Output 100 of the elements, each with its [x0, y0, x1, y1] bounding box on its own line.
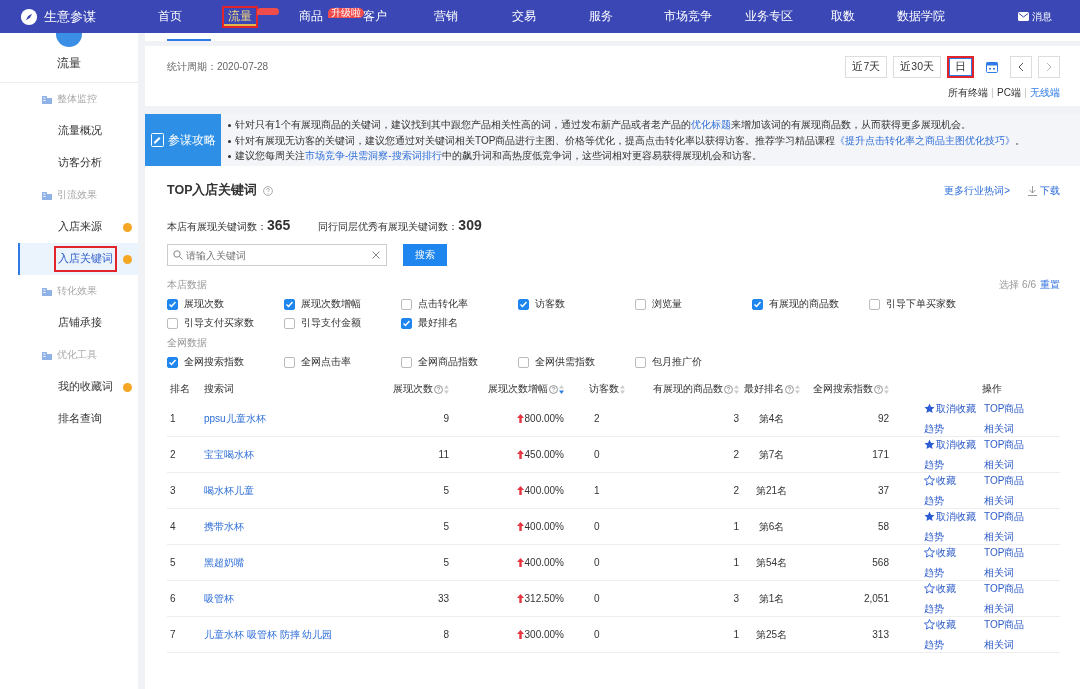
- sort-icon[interactable]: [559, 384, 564, 394]
- nav-tab[interactable]: 商品: [295, 7, 327, 26]
- top-products-link[interactable]: TOP商品: [984, 545, 1025, 560]
- filter-checkbox[interactable]: 浏览量: [635, 297, 682, 311]
- column-header: 展现次数: [393, 382, 433, 396]
- help-icon[interactable]: [874, 384, 883, 394]
- favorite-label: 收藏: [936, 617, 956, 632]
- filter-checkbox[interactable]: 访客数: [518, 297, 565, 311]
- clear-icon[interactable]: [372, 251, 380, 259]
- favorite-link[interactable]: 取消收藏: [924, 509, 976, 524]
- tip-link[interactable]: 市场竞争-供需洞察-搜索词排行: [305, 150, 442, 161]
- table-cell: 0: [594, 521, 600, 532]
- keyword-link[interactable]: 喝水杯儿童: [204, 484, 254, 496]
- keyword-link[interactable]: 携带水杯: [204, 520, 244, 532]
- related-words-link[interactable]: 相关词: [984, 637, 1014, 652]
- search-field[interactable]: 请输入关键词: [167, 244, 387, 266]
- table-cell: 2: [733, 485, 739, 496]
- related-words-link[interactable]: 相关词: [984, 565, 1014, 580]
- keyword-link[interactable]: 宝宝喝水杯: [204, 448, 254, 460]
- help-icon[interactable]: [263, 185, 274, 196]
- filter-checkbox[interactable]: 全网搜索指数: [167, 355, 244, 369]
- sidebar-item[interactable]: 入店关键词: [18, 243, 138, 275]
- keyword-link[interactable]: 黑超奶嘴: [204, 556, 244, 568]
- trend-link[interactable]: 趋势: [924, 601, 944, 616]
- nav-tab[interactable]: 首页: [154, 7, 186, 26]
- trend-link[interactable]: 趋势: [924, 457, 944, 472]
- messages-link[interactable]: 消息: [1032, 9, 1052, 24]
- filter-checkbox[interactable]: 全网商品指数: [401, 355, 478, 369]
- search-button[interactable]: 搜索: [403, 244, 447, 266]
- filter-checkbox[interactable]: 包月推广价: [635, 355, 702, 369]
- help-icon[interactable]: [784, 384, 794, 394]
- sidebar-item[interactable]: 入店来源: [0, 211, 138, 243]
- filter-checkbox[interactable]: 引导支付买家数: [167, 316, 254, 330]
- keyword-link[interactable]: ppsu儿童水杯: [204, 412, 266, 424]
- sidebar-item[interactable]: 我的收藏词: [0, 371, 138, 403]
- favorite-link[interactable]: 收藏: [924, 545, 956, 560]
- nav-tab[interactable]: 流量: [224, 7, 256, 26]
- tip-link[interactable]: 《提升点击转化率之商品主图优化技巧》: [835, 134, 1016, 146]
- sidebar-item-label: 入店关键词: [56, 248, 115, 270]
- reset-link[interactable]: 重置: [1040, 279, 1060, 290]
- nav-tab[interactable]: 交易: [508, 7, 540, 26]
- nav-tab[interactable]: 营销: [430, 7, 462, 26]
- top-products-link[interactable]: TOP商品: [984, 437, 1025, 452]
- terminal-option[interactable]: PC端: [997, 86, 1021, 100]
- trend-link[interactable]: 趋势: [924, 493, 944, 508]
- sidebar-item[interactable]: 流量概况: [0, 115, 138, 147]
- nav-tab[interactable]: 取数: [827, 7, 859, 26]
- sidebar-section-label: 整体监控: [57, 92, 97, 106]
- filter-checkbox[interactable]: 最好排名: [401, 316, 458, 330]
- nav-tab[interactable]: 数据学院: [893, 7, 949, 26]
- top-products-link[interactable]: TOP商品: [984, 617, 1025, 632]
- trend-link[interactable]: 趋势: [924, 565, 944, 580]
- favorite-link[interactable]: 收藏: [924, 581, 956, 596]
- related-words-link[interactable]: 相关词: [984, 421, 1014, 436]
- next-button[interactable]: [1038, 56, 1060, 78]
- favorite-link[interactable]: 取消收藏: [924, 401, 976, 416]
- calendar-icon[interactable]: [986, 61, 998, 73]
- favorite-link[interactable]: 收藏: [924, 473, 956, 488]
- keyword-link[interactable]: 儿童水杯 吸管杯 防摔 幼儿园: [204, 628, 333, 640]
- nav-tab[interactable]: 服务: [585, 7, 617, 26]
- top-products-link[interactable]: TOP商品: [984, 581, 1025, 596]
- help-icon[interactable]: [549, 384, 558, 394]
- filter-checkbox[interactable]: 引导下单买家数: [869, 297, 956, 311]
- help-icon[interactable]: [724, 384, 733, 394]
- filter-checkbox[interactable]: 展现次数: [167, 297, 224, 311]
- trend-link[interactable]: 趋势: [924, 529, 944, 544]
- related-words-link[interactable]: 相关词: [984, 601, 1014, 616]
- range-button[interactable]: 近7天: [845, 56, 888, 78]
- trend-link[interactable]: 趋势: [924, 637, 944, 652]
- help-icon[interactable]: [434, 384, 443, 394]
- filter-checkbox[interactable]: 全网供需指数: [518, 355, 595, 369]
- favorite-link[interactable]: 收藏: [924, 617, 956, 632]
- trend-link[interactable]: 趋势: [924, 421, 944, 436]
- related-words-link[interactable]: 相关词: [984, 493, 1014, 508]
- favorite-link[interactable]: 取消收藏: [924, 437, 976, 452]
- top-products-link[interactable]: TOP商品: [984, 401, 1025, 416]
- previous-button[interactable]: [1010, 56, 1032, 78]
- nav-tab[interactable]: 业务专区: [741, 7, 797, 26]
- filter-checkbox[interactable]: 展现次数增幅: [284, 297, 361, 311]
- tip-link[interactable]: 优化标题: [690, 119, 731, 130]
- table-cell: 第25名: [755, 628, 788, 640]
- sidebar-item[interactable]: 店铺承接: [0, 307, 138, 339]
- download-link[interactable]: 下载: [1028, 183, 1060, 198]
- range-button[interactable]: 日: [947, 56, 974, 78]
- keyword-link[interactable]: 吸管杯: [204, 592, 234, 604]
- more-hot-words-link[interactable]: 更多行业热词>: [944, 183, 1010, 198]
- filter-checkbox[interactable]: 点击转化率: [401, 297, 468, 311]
- range-button[interactable]: 近30天: [893, 56, 941, 78]
- sidebar-item[interactable]: 排名查询: [0, 403, 138, 435]
- sidebar-item[interactable]: 访客分析: [0, 147, 138, 179]
- terminal-option[interactable]: 无线端: [1030, 86, 1060, 100]
- filter-checkbox[interactable]: 引导支付金额: [284, 316, 361, 330]
- top-products-link[interactable]: TOP商品: [984, 509, 1025, 524]
- top-products-link[interactable]: TOP商品: [984, 473, 1025, 488]
- terminal-option[interactable]: 所有终端: [948, 86, 989, 100]
- related-words-link[interactable]: 相关词: [984, 457, 1014, 472]
- related-words-link[interactable]: 相关词: [984, 529, 1014, 544]
- nav-tab[interactable]: 市场竞争: [660, 7, 716, 26]
- filter-checkbox[interactable]: 有展现的商品数: [752, 297, 839, 311]
- filter-checkbox[interactable]: 全网点击率: [284, 355, 351, 369]
